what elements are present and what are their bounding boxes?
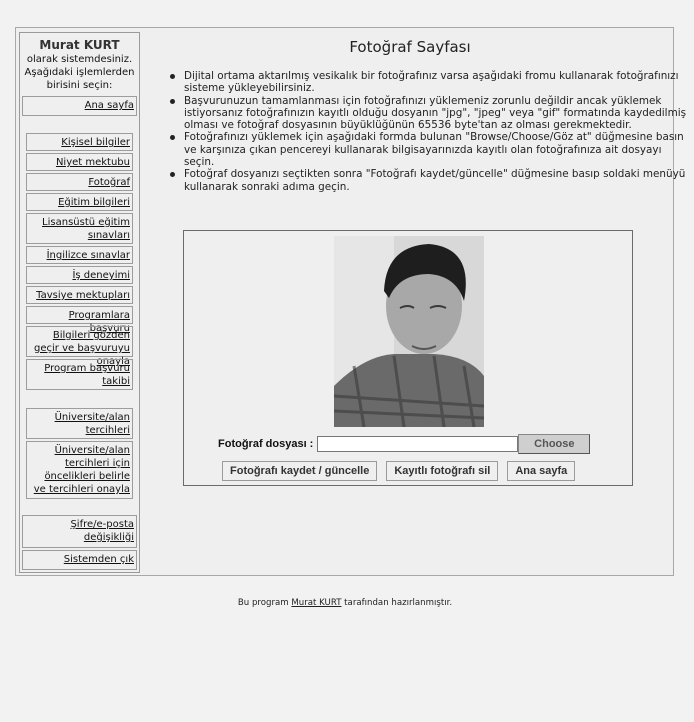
file-label: Fotoğraf dosyası : bbox=[218, 438, 314, 450]
page-title: Fotoğraf Sayfası bbox=[349, 38, 471, 56]
sidebar-link[interactable]: Eğitim bilgileri bbox=[58, 197, 130, 208]
instruction-item: Başvurunuzun tamamlanması için fotoğrafı… bbox=[170, 95, 694, 132]
sidebar-item-recommendation-letters[interactable]: Tavsiye mektupları bbox=[26, 286, 133, 304]
sidebar-item-personal-info[interactable]: Kişisel bilgiler bbox=[26, 133, 133, 151]
user-info: Murat KURT olarak sistemdesiniz. Aşağıda… bbox=[20, 33, 139, 92]
choose-file-button[interactable]: Choose bbox=[518, 434, 591, 454]
file-path-input[interactable] bbox=[317, 436, 519, 452]
profile-photo bbox=[334, 236, 484, 427]
sidebar-item-university-preferences[interactable]: Üniversite/alan tercihleri bbox=[26, 408, 133, 439]
footer-suffix: tarafından hazırlanmıştır. bbox=[341, 598, 453, 608]
sidebar-item-work-experience[interactable]: İş deneyimi bbox=[26, 266, 133, 284]
instruction-item: Fotoğrafınızı yüklemek için aşağıdaki fo… bbox=[170, 131, 694, 168]
portrait-image-icon bbox=[334, 236, 484, 427]
sidebar: Murat KURT olarak sistemdesiniz. Aşağıda… bbox=[19, 32, 140, 573]
sidebar-item-application-tracking[interactable]: Program başvuru takibi bbox=[26, 359, 133, 390]
sidebar-link[interactable]: Şifre/e-posta değişikliği bbox=[70, 519, 134, 543]
home-button[interactable]: Ana sayfa bbox=[507, 461, 576, 481]
photo-upload-form: Fotoğraf dosyası : Choose Fotoğrafı kayd… bbox=[183, 230, 633, 486]
sidebar-link[interactable]: İngilizce sınavlar bbox=[47, 250, 130, 261]
author-link[interactable]: Murat KURT bbox=[291, 598, 341, 608]
save-photo-button[interactable]: Fotoğrafı kaydet / güncelle bbox=[222, 461, 378, 481]
form-actions: Fotoğrafı kaydet / güncelle Kayıtlı foto… bbox=[222, 461, 584, 481]
sidebar-item-preference-priorities[interactable]: Üniversite/alan tercihleri için öncelikl… bbox=[26, 441, 133, 499]
sidebar-link[interactable]: Sistemden çık bbox=[64, 554, 134, 565]
instruction-item: Dijital ortama aktarılmış vesikalık bir … bbox=[170, 70, 694, 95]
sidebar-link[interactable]: İş deneyimi bbox=[72, 270, 130, 281]
sidebar-item-education[interactable]: Eğitim bilgileri bbox=[26, 193, 133, 211]
sidebar-item-english-exams[interactable]: İngilizce sınavlar bbox=[26, 246, 133, 264]
sidebar-item-home[interactable]: Ana sayfa bbox=[22, 96, 137, 116]
welcome-line: birisini seçin: bbox=[46, 80, 113, 91]
sidebar-item-program-applications[interactable]: Programlara başvuru bbox=[26, 306, 133, 334]
sidebar-item-photo[interactable]: Fotoğraf bbox=[26, 173, 133, 191]
sidebar-item-letter-of-intent[interactable]: Niyet mektubu bbox=[26, 153, 133, 171]
sidebar-item-password-email[interactable]: Şifre/e-posta değişikliği bbox=[22, 515, 137, 548]
footer: Bu program Murat KURT tarafından hazırla… bbox=[0, 598, 690, 608]
footer-prefix: Bu program bbox=[237, 598, 292, 608]
sidebar-item-graduate-exams[interactable]: Lisansüstü eğitim sınavları bbox=[26, 213, 133, 244]
user-name: Murat KURT bbox=[39, 38, 120, 52]
welcome-line: olarak sistemdesiniz. bbox=[26, 54, 133, 65]
instructions-list: Dijital ortama aktarılmış vesikalık bir … bbox=[170, 70, 694, 193]
sidebar-link[interactable]: Üniversite/alan tercihleri bbox=[55, 412, 130, 436]
welcome-line: Aşağıdaki işlemlerden bbox=[24, 67, 135, 78]
sidebar-link[interactable]: Üniversite/alan tercihleri için öncelikl… bbox=[34, 445, 130, 495]
sidebar-link[interactable]: Ana sayfa bbox=[85, 100, 134, 111]
delete-photo-button[interactable]: Kayıtlı fotoğrafı sil bbox=[386, 461, 499, 481]
instruction-item: Fotoğraf dosyanızı seçtikten sonra "Foto… bbox=[170, 168, 694, 193]
file-row: Fotoğraf dosyası : Choose bbox=[218, 434, 591, 454]
sidebar-item-logout[interactable]: Sistemden çık bbox=[22, 550, 137, 570]
sidebar-link[interactable]: Lisansüstü eğitim sınavları bbox=[42, 217, 130, 241]
sidebar-link[interactable]: Fotoğraf bbox=[88, 177, 130, 188]
sidebar-link[interactable]: Program başvuru takibi bbox=[44, 363, 130, 387]
sidebar-link[interactable]: Niyet mektubu bbox=[56, 157, 130, 168]
sidebar-link[interactable]: Tavsiye mektupları bbox=[36, 290, 130, 301]
sidebar-item-review-and-confirm[interactable]: Bilgileri gözden geçir ve başvuruyu onay… bbox=[26, 326, 133, 367]
sidebar-link[interactable]: Kişisel bilgiler bbox=[61, 137, 130, 148]
